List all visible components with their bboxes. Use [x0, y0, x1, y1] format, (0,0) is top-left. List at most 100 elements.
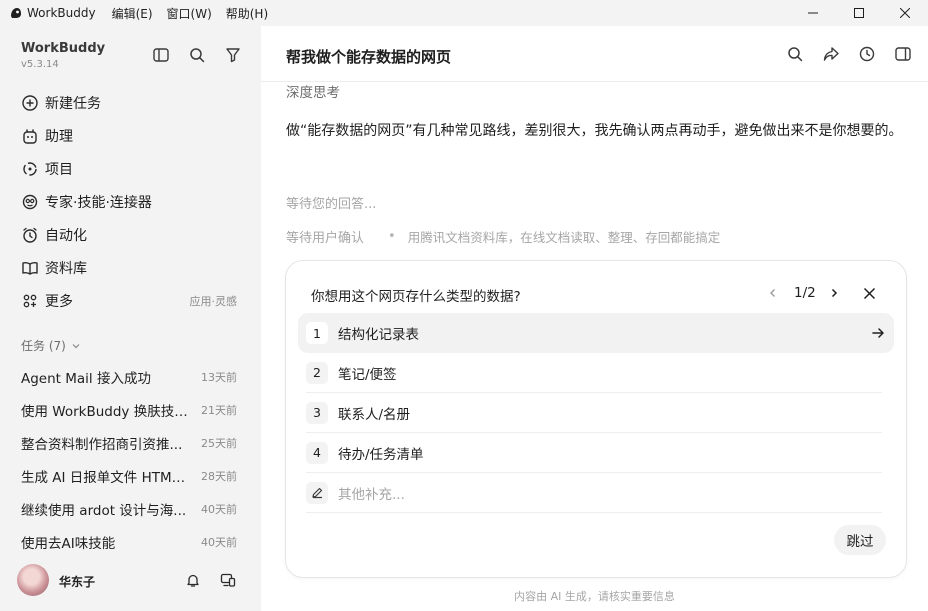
app-logo-icon	[9, 6, 23, 20]
task-time: 13天前	[201, 370, 237, 384]
status-text: 等待用户确认	[286, 231, 365, 246]
option-list: 1 结构化记录表 2 笔记/便签 3 联系人/名册 4 待办/任务清单 其他补充…	[298, 313, 894, 513]
task-title: 使用去AI味技能	[21, 535, 116, 552]
avatar[interactable]	[17, 564, 49, 596]
chevron-down-icon	[71, 341, 81, 351]
maximize-button[interactable]	[836, 0, 882, 26]
nav-more[interactable]: 更多 应用·灵感	[12, 284, 252, 317]
search-icon[interactable]	[186, 44, 208, 66]
user-name: 华东子	[59, 575, 96, 589]
nav-label: 专家·技能·连接器	[45, 194, 152, 211]
task-title: 整合资料制作招商引资推...	[21, 436, 183, 453]
status-note: 用腾讯文档资料库，在线文档读取、整理、存回都能搞定	[407, 230, 721, 245]
nav-assistant[interactable]: 助理	[12, 119, 252, 152]
pencil-icon	[306, 481, 328, 504]
other-placeholder: 其他补充...	[338, 486, 405, 503]
chevron-right-icon[interactable]	[825, 284, 843, 302]
task-title: 继续使用 ardot 设计与海...	[21, 502, 187, 519]
grid-icon	[21, 292, 39, 310]
tasks-header[interactable]: 任务 (7)	[21, 337, 81, 354]
nav-label: 助理	[45, 128, 73, 145]
option-label: 笔记/便签	[338, 366, 397, 383]
toggle-sidebar-icon[interactable]	[150, 44, 172, 66]
title-bar: WorkBuddy 编辑(E) 窗口(W) 帮助(H)	[0, 0, 928, 26]
page-title: 帮我做个能存数据的网页	[286, 48, 452, 66]
chat-panel: 帮我做个能存数据的网页 深度思考 做“能存数据的网页”有几种常见路线，差别很大，…	[261, 26, 928, 611]
filter-icon[interactable]	[222, 44, 244, 66]
task-title: 使用 WorkBuddy 换肤技能...	[21, 403, 189, 420]
deep-thinking-label[interactable]: 深度思考	[286, 81, 340, 101]
task-list: Agent Mail 接入成功 13天前 使用 WorkBuddy 换肤技能..…	[12, 360, 252, 558]
task-item[interactable]: 使用 WorkBuddy 换肤技能... 21天前	[12, 393, 252, 426]
chevron-left-icon[interactable]	[764, 284, 782, 302]
menu-window[interactable]: 窗口(W)	[167, 5, 212, 22]
plus-circle-icon	[21, 94, 39, 112]
task-time: 21天前	[201, 403, 237, 417]
option-number: 3	[306, 401, 328, 424]
close-window-button[interactable]	[882, 0, 928, 26]
search-icon[interactable]	[785, 44, 805, 64]
task-item[interactable]: 整合资料制作招商引资推... 25天前	[12, 426, 252, 459]
assistant-message: 做“能存数据的网页”有几种常见路线，差别很大，我先确认两点再动手，避免做出来不是…	[286, 123, 903, 139]
option-number: 2	[306, 361, 328, 384]
nav-library[interactable]: 资料库	[12, 251, 252, 284]
book-icon	[21, 259, 39, 277]
task-title: Agent Mail 接入成功	[21, 370, 151, 387]
user-bar: 华东子	[0, 562, 261, 602]
nav-label: 项目	[45, 161, 73, 178]
option-item[interactable]: 4 待办/任务清单	[306, 433, 882, 473]
panel-toggle-icon[interactable]	[893, 44, 913, 64]
nav-label: 更多	[45, 293, 73, 310]
chat-header: 帮我做个能存数据的网页	[261, 26, 928, 82]
option-label: 结构化记录表	[338, 327, 419, 343]
option-label: 联系人/名册	[338, 406, 411, 423]
nav-automation[interactable]: 自动化	[12, 218, 252, 251]
nav-experts[interactable]: 专家·技能·连接器	[12, 185, 252, 218]
sidebar: WorkBuddy v5.3.14 新建任务 助理 项目 专家·技能·连接器 自…	[0, 26, 261, 611]
task-item[interactable]: 生成 AI 日报单文件 HTML ... 28天前	[12, 459, 252, 492]
task-item[interactable]: 使用去AI味技能 40天前	[12, 525, 252, 558]
version-label: v5.3.14	[21, 59, 59, 70]
status-line: 等待用户确认 • 用腾讯文档资料库，在线文档读取、整理、存回都能搞定	[286, 227, 720, 246]
minimize-button[interactable]	[790, 0, 836, 26]
bell-icon[interactable]	[183, 570, 203, 590]
menu-help[interactable]: 帮助(H)	[226, 5, 268, 22]
menu-edit[interactable]: 编辑(E)	[112, 5, 153, 22]
task-time: 28天前	[201, 469, 237, 483]
task-item[interactable]: Agent Mail 接入成功 13天前	[12, 360, 252, 393]
nav-more-hint: 应用·灵感	[189, 294, 238, 308]
option-number: 4	[306, 441, 328, 464]
arrow-right-icon	[870, 325, 886, 341]
waiting-status: 等待您的回答...	[286, 197, 377, 212]
question-text: 你想用这个网页存什么类型的数据?	[311, 289, 521, 305]
task-title: 生成 AI 日报单文件 HTML ...	[21, 469, 189, 486]
expert-icon	[21, 193, 39, 211]
nav-label: 资料库	[45, 260, 87, 277]
history-icon[interactable]	[857, 44, 877, 64]
share-icon[interactable]	[821, 44, 841, 64]
option-item[interactable]: 1 结构化记录表	[298, 313, 894, 353]
nav-projects[interactable]: 项目	[12, 152, 252, 185]
option-item[interactable]: 2 笔记/便签	[306, 353, 882, 393]
question-pager: 1/2	[794, 285, 816, 301]
sidebar-nav: 新建任务 助理 项目 专家·技能·连接器 自动化 资料库 更多 应用·灵感	[12, 86, 252, 317]
task-time: 25天前	[201, 436, 237, 450]
task-time: 40天前	[201, 535, 237, 549]
option-number: 1	[306, 322, 328, 344]
devices-icon[interactable]	[218, 570, 238, 590]
nav-new-task[interactable]: 新建任务	[12, 86, 252, 119]
option-label: 待办/任务清单	[338, 446, 424, 463]
bullet-dot: •	[388, 229, 396, 244]
task-item[interactable]: 继续使用 ardot 设计与海... 40天前	[12, 492, 252, 525]
alarm-clock-icon	[21, 226, 39, 244]
task-time: 40天前	[201, 502, 237, 516]
assistant-icon	[21, 127, 39, 145]
close-icon[interactable]	[860, 284, 878, 302]
sidebar-brand: WorkBuddy	[21, 41, 106, 56]
other-input[interactable]: 其他补充...	[306, 473, 882, 513]
skip-button[interactable]: 跳过	[834, 525, 886, 555]
nav-label: 自动化	[45, 227, 87, 244]
option-item[interactable]: 3 联系人/名册	[306, 393, 882, 433]
app-title: WorkBuddy	[27, 6, 96, 20]
project-icon	[21, 160, 39, 178]
